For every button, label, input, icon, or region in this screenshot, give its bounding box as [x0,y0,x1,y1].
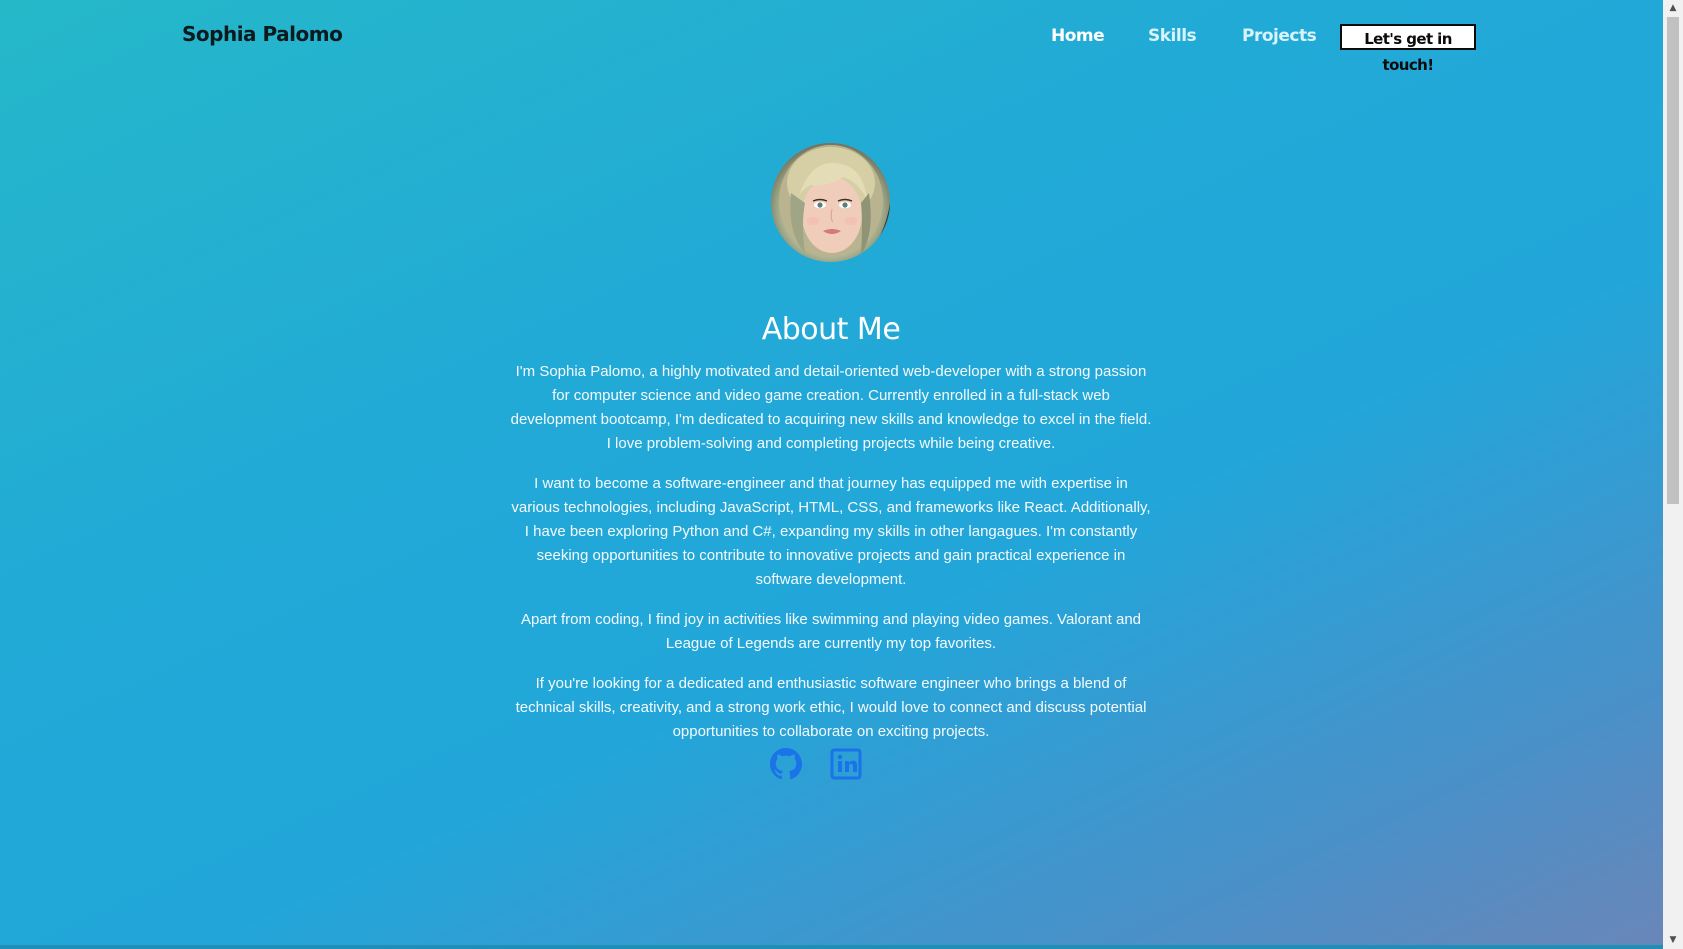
avatar [771,143,890,262]
vertical-scrollbar[interactable]: ▲ ▼ [1663,0,1683,949]
about-title: About Me [761,312,901,347]
linkedin-icon[interactable] [830,748,862,780]
social-links [770,748,890,782]
main-nav: Home Skills Projects Let's get in touch! [0,24,1663,74]
scroll-up-arrow-icon[interactable]: ▲ [1663,0,1683,17]
about-paragraph-3: Apart from coding, I find joy in activit… [520,611,1142,652]
site-header: Sophia Palomo Home Skills Projects Let's… [0,0,1663,76]
about-section: About Me I'm Sophia Palomo, a highly mot… [510,308,1152,760]
avatar-illustration [771,145,890,262]
about-paragraph-4: If you're looking for a dedicated and en… [515,675,1147,740]
contact-button[interactable]: Let's get in touch! [1340,24,1476,74]
scrollbar-thumb[interactable] [1667,17,1679,504]
nav-link-home[interactable]: Home [1051,26,1105,46]
page-viewport: Sophia Palomo Home Skills Projects Let's… [0,0,1663,949]
nav-link-skills[interactable]: Skills [1148,26,1197,46]
page-bottom-edge [0,945,1663,949]
github-icon[interactable] [770,748,802,780]
about-paragraph-1: I'm Sophia Palomo, a highly motivated an… [510,363,1152,452]
scroll-down-arrow-icon[interactable]: ▼ [1663,932,1683,949]
about-paragraph-2: I want to become a software-engineer and… [511,475,1151,588]
nav-link-projects[interactable]: Projects [1242,26,1317,46]
